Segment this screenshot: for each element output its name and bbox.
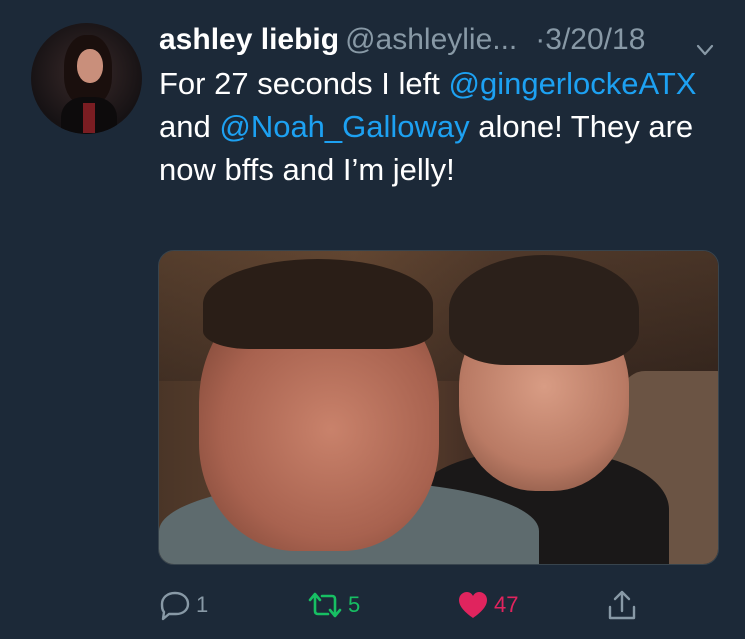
reply-button[interactable]: 1 <box>158 585 208 625</box>
retweet-icon <box>306 589 344 621</box>
tweet-text: For 27 seconds I left @gingerlockeATX an… <box>159 62 719 191</box>
avatar-face <box>77 49 103 83</box>
share-button[interactable] <box>606 585 638 625</box>
avatar-shirt-accent <box>83 103 95 133</box>
like-button[interactable]: 47 <box>456 585 518 625</box>
like-count: 47 <box>494 592 519 617</box>
retweet-button[interactable]: 5 <box>306 585 360 625</box>
heart-icon <box>456 589 490 621</box>
mention-gingerlockeatx[interactable]: @gingerlockeATX <box>448 66 696 101</box>
tweet-header: ashley liebig @ashleylie... ·3/20/18 <box>159 22 729 58</box>
photo-woman-hair <box>449 255 639 365</box>
tweet-text-part2: and <box>159 109 220 144</box>
tweet-photo[interactable] <box>158 250 719 565</box>
retweet-count: 5 <box>348 592 361 617</box>
user-handle[interactable]: @ashleylie... <box>345 23 517 56</box>
reply-count: 1 <box>196 592 209 617</box>
tweet-date[interactable]: ·3/20/18 <box>535 23 645 56</box>
tweet-date-value: 3/20/18 <box>545 23 646 56</box>
photo-man-hair <box>203 259 433 349</box>
tweet-text-part1: For 27 seconds I left <box>159 66 449 101</box>
mention-noah-galloway[interactable]: @Noah_Galloway <box>219 109 469 144</box>
display-name[interactable]: ashley liebig <box>159 23 339 56</box>
share-icon <box>606 588 638 622</box>
chevron-down-icon[interactable] <box>696 32 714 56</box>
tweet: ashley liebig @ashleylie... ·3/20/18 For 2… <box>0 0 745 639</box>
reply-icon <box>158 589 192 621</box>
avatar[interactable] <box>31 23 142 134</box>
tweet-actions: 1 5 47 <box>158 585 718 625</box>
